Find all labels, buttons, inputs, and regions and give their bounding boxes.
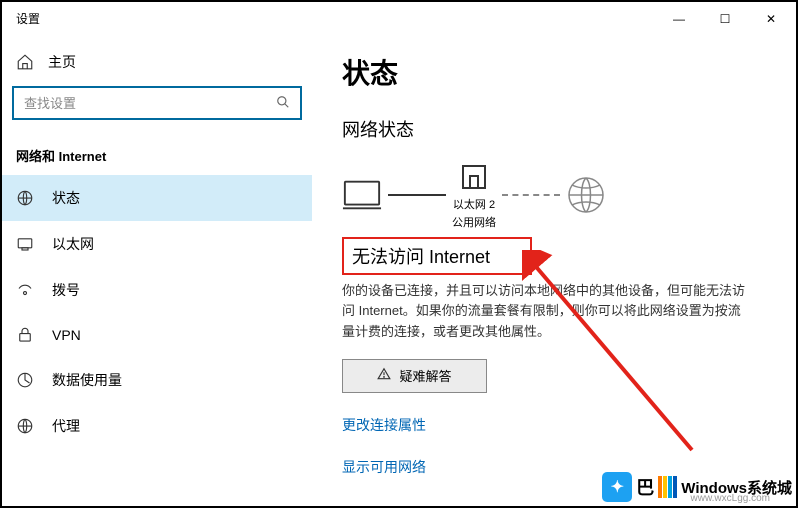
eth-type: 公用网络 xyxy=(452,216,496,230)
nav-item-status[interactable]: 状态 xyxy=(2,175,312,221)
page-title: 状态 xyxy=(342,52,776,92)
nav-item-proxy[interactable]: 代理 xyxy=(2,403,312,449)
search-input[interactable] xyxy=(24,96,276,111)
datausage-icon xyxy=(16,371,34,389)
nav-label: 以太网 xyxy=(52,234,94,254)
sub-title: 网络状态 xyxy=(342,116,776,142)
home-label: 主页 xyxy=(48,52,76,72)
nav-label: 拨号 xyxy=(52,280,80,300)
nav-item-datausage[interactable]: 数据使用量 xyxy=(2,357,312,403)
content-area: 状态 网络状态 以太网 2 公用网络 xyxy=(312,34,796,506)
network-diagram: 以太网 2 公用网络 xyxy=(342,160,776,231)
troubleshoot-button[interactable]: 疑难解答 xyxy=(342,359,487,393)
sidebar: 主页 网络和 Internet 状态 以太网 拨号 VPN xyxy=(2,34,312,506)
home-icon xyxy=(16,53,34,71)
status-icon xyxy=(16,189,34,207)
watermark-url: www.wxcLgg.com xyxy=(691,493,770,504)
router-icon xyxy=(454,160,494,194)
home-button[interactable]: 主页 xyxy=(2,44,312,86)
globe-icon xyxy=(566,178,606,212)
app-title: 设置 xyxy=(16,10,40,27)
search-icon xyxy=(276,95,290,112)
nav-label: VPN xyxy=(52,327,81,343)
link-change-properties[interactable]: 更改连接属性 xyxy=(342,415,776,435)
maximize-button[interactable]: ☐ xyxy=(702,4,748,34)
dashed-line-icon xyxy=(502,194,560,196)
eth-name: 以太网 2 xyxy=(453,198,495,212)
troubleshoot-label: 疑难解答 xyxy=(399,366,451,385)
search-box[interactable] xyxy=(12,86,302,120)
nav-label: 状态 xyxy=(52,188,80,208)
dialup-icon xyxy=(16,281,34,299)
solid-line-icon xyxy=(388,194,446,196)
description-text: 你的设备已连接，并且可以访问本地网络中的其他设备，但可能无法访问 Interne… xyxy=(342,281,752,343)
ethernet-icon xyxy=(16,235,34,253)
nav-label: 代理 xyxy=(52,416,80,436)
close-button[interactable]: ✕ xyxy=(748,4,794,34)
status-text: 无法访问 Internet xyxy=(352,243,522,269)
nav-label: 数据使用量 xyxy=(52,370,122,390)
nav-item-dialup[interactable]: 拨号 xyxy=(2,267,312,313)
section-title: 网络和 Internet xyxy=(2,120,312,175)
window-controls: — ☐ ✕ xyxy=(656,4,794,34)
status-highlight: 无法访问 Internet xyxy=(342,237,532,275)
proxy-icon xyxy=(16,417,34,435)
nav-item-vpn[interactable]: VPN xyxy=(2,313,312,357)
nav-item-ethernet[interactable]: 以太网 xyxy=(2,221,312,267)
twitter-icon: ✦ xyxy=(602,472,632,502)
warning-icon xyxy=(377,367,391,384)
vpn-icon xyxy=(16,326,34,344)
logo-bars-icon xyxy=(658,476,677,498)
pc-icon xyxy=(342,178,382,212)
minimize-button[interactable]: — xyxy=(656,4,702,34)
